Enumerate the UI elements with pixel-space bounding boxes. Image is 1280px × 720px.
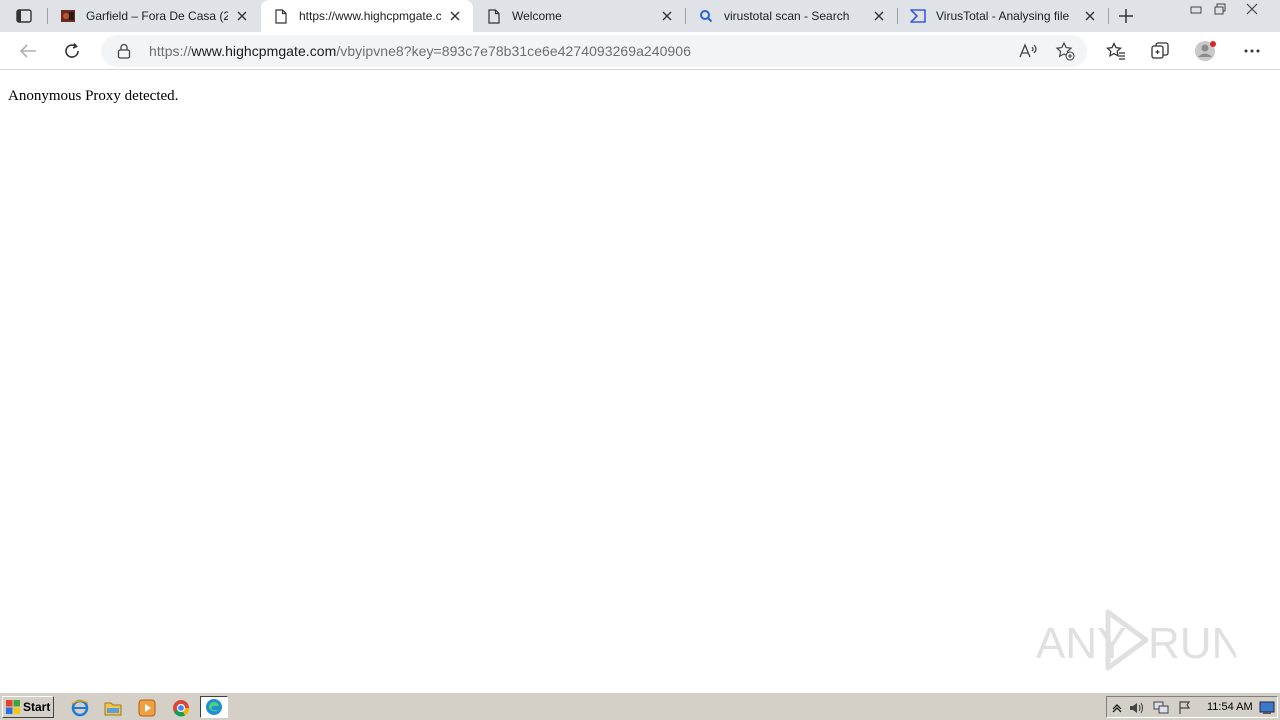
tab-actions-button[interactable] [10,5,38,27]
search-icon [698,8,714,24]
tab-title: VirusTotal - Analysing file [936,9,1070,23]
restore-icon [1214,3,1226,15]
tab-title: virustotal scan - Search [724,9,850,23]
refresh-button[interactable] [58,37,86,65]
minimize-button[interactable] [1184,0,1208,18]
address-bar[interactable]: https://www.highcpmgate.com/vbyipvne8?ke… [101,35,1087,67]
close-tab-icon[interactable] [445,6,465,26]
back-button[interactable] [14,37,42,65]
browser-toolbar: https://www.highcpmgate.com/vbyipvne8?ke… [0,32,1280,70]
read-aloud-button[interactable] [1017,39,1041,63]
url-path: /vbyipvne8?key=893c7e78b31ce6e4274093269… [336,43,691,59]
edge-icon[interactable] [200,696,228,718]
tab-highcpmgate[interactable]: https://www.highcpmgate.c [261,0,473,32]
volume-icon[interactable] [1129,700,1145,716]
tab-title: Welcome [512,9,562,23]
tab-strip: Garfield – Fora De Casa (202 https://www… [0,0,1280,32]
new-tab-button[interactable] [1114,4,1138,28]
show-hidden-icons-icon[interactable] [1109,700,1125,716]
add-favorite-icon [1055,41,1075,61]
virustotal-icon [910,8,926,24]
plus-icon [1119,9,1133,23]
watermark-text-left: ANY [1036,619,1126,668]
favorites-icon [1106,42,1125,60]
windows-logo-icon [6,700,20,714]
back-icon [19,44,36,58]
more-icon [1244,49,1260,53]
tab-title: https://www.highcpmgate.c [299,9,441,23]
tab-welcome[interactable]: Welcome [474,0,685,32]
tab-separator [1108,8,1109,24]
ie-icon[interactable] [70,698,90,718]
profile-icon [1195,41,1216,61]
show-desktop-icon[interactable] [1259,700,1275,716]
page-message: Anonymous Proxy detected. [8,88,179,104]
refresh-icon [65,42,79,58]
collections-button[interactable] [1146,37,1174,65]
minimize-icon [1190,6,1202,14]
media-player-icon[interactable] [137,698,157,718]
system-tray: 11:54 AM [1106,696,1278,718]
tab-actions-icon [16,9,32,23]
tab-garfield[interactable]: Garfield – Fora De Casa (202 [48,0,260,32]
start-label: Start [23,700,51,714]
explorer-icon[interactable] [103,698,123,718]
close-tab-icon[interactable] [232,6,252,26]
page-icon [273,8,289,24]
profile-button[interactable] [1192,37,1220,65]
watermark-text-right: RUN [1148,619,1236,668]
tab-virustotal-analysing[interactable]: VirusTotal - Analysing file [898,0,1108,32]
close-window-button[interactable] [1240,0,1264,18]
restore-button[interactable] [1208,0,1232,18]
page-content: Anonymous Proxy detected. ANY RUN [0,71,1280,691]
anyrun-watermark: ANY RUN [1036,606,1243,676]
clock[interactable]: 11:54 AM [1207,701,1253,713]
close-tab-icon[interactable] [657,6,677,26]
start-button[interactable]: Start [2,696,54,718]
garfield-image-icon [60,8,76,24]
url-host: www.highcpmgate.com [191,43,337,59]
page-icon [486,8,502,24]
tab-virustotal-search[interactable]: virustotal scan - Search [686,0,897,32]
more-button[interactable] [1238,37,1266,65]
close-tab-icon[interactable] [869,6,889,26]
url-scheme: https:// [149,43,192,59]
network-icon[interactable] [1153,700,1169,716]
add-favorite-button[interactable] [1053,39,1077,63]
favorites-button[interactable] [1102,37,1130,65]
taskbar: Start 11:54 AM [0,692,1280,720]
tab-title: Garfield – Fora De Casa (202 [86,9,228,23]
screen: Garfield – Fora De Casa (202 https://www… [0,0,1280,720]
collections-icon [1151,42,1169,59]
chrome-icon[interactable] [171,698,191,718]
close-tab-icon[interactable] [1080,6,1100,26]
lock-icon[interactable] [115,42,133,60]
close-icon [1246,3,1258,15]
read-aloud-icon [1019,43,1037,58]
address-url[interactable]: https://www.highcpmgate.com/vbyipvne8?ke… [149,43,691,59]
action-center-flag-icon[interactable] [1177,700,1193,716]
